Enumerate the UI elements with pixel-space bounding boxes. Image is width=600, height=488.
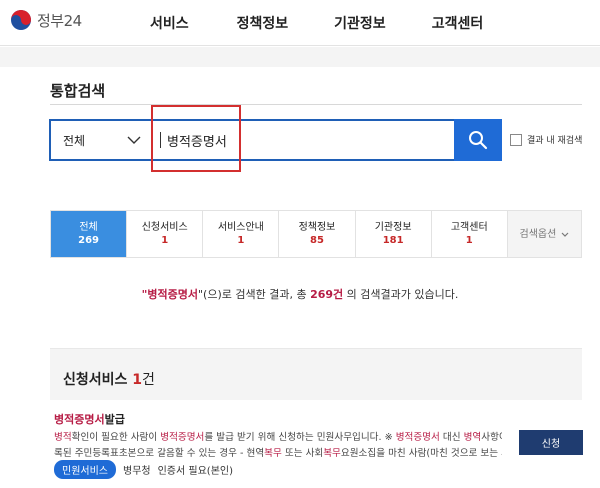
search-scope-value: 전체 bbox=[63, 133, 86, 148]
result-description: 병적확인이 필요한 사람이 병적증명서를 발급 받기 위해 신청하는 민원사무입… bbox=[54, 430, 502, 462]
desc-keyword: 병적증명서 bbox=[160, 432, 205, 443]
tab-label: 서비스안내 bbox=[217, 222, 264, 233]
resubmit-checkbox[interactable] bbox=[510, 133, 522, 146]
tab-count: 269 bbox=[78, 235, 99, 246]
search-icon bbox=[469, 131, 488, 150]
tab-customer-center[interactable]: 고객센터 1 bbox=[432, 211, 508, 257]
tab-service-guide[interactable]: 서비스안내 1 bbox=[203, 211, 280, 257]
result-title-keyword: 병적증명서 bbox=[54, 413, 105, 426]
requirement-label: 인증서 필요(본인) bbox=[157, 466, 233, 477]
desc-text: 를 발급 받기 위해 신청하는 민원사무입니다. ※ bbox=[204, 432, 396, 443]
tab-label: 전체 bbox=[79, 222, 98, 233]
tab-count: 1 bbox=[465, 235, 473, 246]
section-title-text: 신청서비스 bbox=[63, 372, 128, 388]
apply-button[interactable]: 신청 bbox=[519, 430, 583, 455]
result-tags: 민원서비스 병무청 인증서 필요(본인) bbox=[54, 460, 233, 479]
tab-count: 1 bbox=[161, 235, 169, 246]
page-title: 통합검색 bbox=[50, 82, 106, 100]
desc-text: 사항이 기 bbox=[481, 432, 502, 443]
summary-total: 269건 bbox=[310, 288, 344, 301]
section-header: 신청서비스 1건 bbox=[50, 348, 582, 400]
search-box: 전체 병적증명서 bbox=[49, 119, 502, 161]
resubmit-label: 결과 내 재검색 bbox=[527, 136, 583, 146]
desc-keyword: 병적증명서 bbox=[395, 432, 440, 443]
chevron-down-icon bbox=[561, 232, 569, 237]
section-title: 신청서비스 1건 bbox=[63, 369, 155, 389]
agency-label: 병무청 bbox=[123, 466, 151, 477]
desc-text: 요원소집을 마친 사람(마친 것으로 보는 사람 bbox=[340, 448, 502, 459]
tab-count: 181 bbox=[382, 235, 404, 246]
taegeuk-icon bbox=[11, 10, 31, 30]
tab-apply-services[interactable]: 신청서비스 1 bbox=[127, 211, 204, 257]
sub-header-bar bbox=[0, 47, 600, 67]
tab-all[interactable]: 전체 269 bbox=[51, 211, 128, 257]
tab-label: 고객센터 bbox=[450, 222, 488, 233]
tab-label: 기관정보 bbox=[374, 222, 412, 233]
resubmit-option[interactable]: 결과 내 재검색 bbox=[510, 133, 582, 146]
desc-keyword: 복무 bbox=[323, 448, 341, 459]
nav-agency-info[interactable]: 기관정보 bbox=[334, 13, 386, 33]
desc-text: 또는 사회 bbox=[281, 448, 324, 459]
desc-line-1: 병적확인이 필요한 사람이 병적증명서를 발급 받기 위해 신청하는 민원사무입… bbox=[54, 430, 502, 446]
title-divider bbox=[50, 104, 582, 105]
section-unit: 건 bbox=[142, 372, 155, 388]
section-count: 1 bbox=[132, 372, 143, 388]
search-options-label: 검색옵션 bbox=[519, 228, 557, 240]
desc-text: 확인이 필요한 사람이 bbox=[71, 432, 161, 443]
search-summary: "병적증명서"(으)로 검색한 결과, 총 269건 의 검색결과가 있습니다. bbox=[0, 286, 600, 302]
chevron-down-icon bbox=[127, 136, 141, 144]
nav-policy-info[interactable]: 정책정보 bbox=[237, 13, 289, 33]
result-tabs: 전체 269 신청서비스 1 서비스안내 1 정책정보 85 기관정보 181 … bbox=[50, 210, 582, 258]
top-header: 정부24 서비스 정책정보 기관정보 고객센터 bbox=[0, 0, 600, 46]
desc-keyword: 병역 bbox=[463, 432, 482, 443]
tab-agency-info[interactable]: 기관정보 181 bbox=[356, 211, 432, 257]
result-title[interactable]: 병적증명서발급 bbox=[54, 411, 125, 427]
logo-text: 정부24 bbox=[37, 11, 82, 30]
search-options-toggle[interactable]: 검색옵션 bbox=[507, 211, 581, 257]
nav-services[interactable]: 서비스 bbox=[150, 13, 189, 33]
desc-keyword: 병적 bbox=[54, 432, 72, 443]
tab-count: 85 bbox=[310, 235, 324, 246]
search-scope-select[interactable]: 전체 bbox=[51, 121, 152, 159]
main-nav: 서비스 정책정보 기관정보 고객센터 bbox=[150, 13, 483, 33]
tab-count: 1 bbox=[237, 235, 245, 246]
tab-policy-info[interactable]: 정책정보 85 bbox=[279, 211, 356, 257]
tab-label: 정책정보 bbox=[298, 222, 336, 233]
summary-middle: "(으)로 검색한 결과, 총 bbox=[197, 288, 311, 301]
highlight-annotation bbox=[151, 105, 241, 172]
result-title-rest: 발급 bbox=[104, 413, 125, 426]
desc-text: 대신 bbox=[439, 432, 464, 443]
summary-end: 의 검색결과가 있습니다. bbox=[343, 288, 459, 301]
nav-customer-center[interactable]: 고객센터 bbox=[432, 13, 484, 33]
gov24-logo[interactable]: 정부24 bbox=[10, 9, 82, 31]
summary-keyword: 병적증명서 bbox=[147, 288, 198, 301]
search-button[interactable] bbox=[454, 119, 502, 161]
tab-label: 신청서비스 bbox=[141, 222, 188, 233]
service-type-badge: 민원서비스 bbox=[54, 460, 116, 479]
desc-keyword: 복무 bbox=[264, 448, 282, 459]
desc-text: 록된 주민등록표초본으로 갈음할 수 있는 경우 - 현역 bbox=[54, 448, 265, 459]
